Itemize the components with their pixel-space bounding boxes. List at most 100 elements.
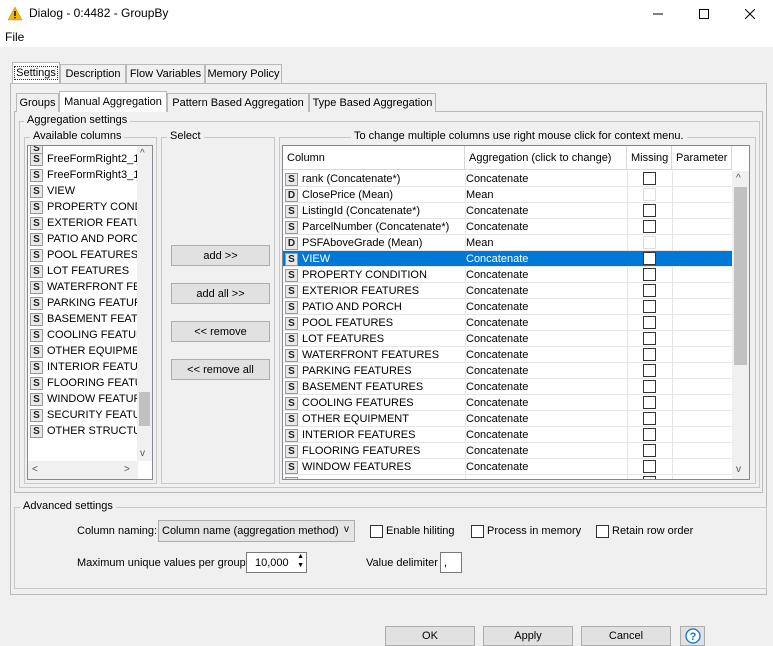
missing-checkbox[interactable] — [643, 460, 656, 473]
maximize-button[interactable] — [681, 0, 727, 28]
remove-button[interactable]: << remove — [171, 321, 270, 342]
cancel-button[interactable]: Cancel — [581, 626, 671, 646]
table-row[interactable]: S ListingId (Concatenate*) Concatenate — [283, 203, 732, 219]
missing-checkbox[interactable] — [643, 204, 656, 217]
missing-checkbox[interactable] — [643, 444, 656, 457]
aggregation-method-cell[interactable]: Concatenate — [466, 283, 626, 299]
aggregation-table[interactable]: Column Aggregation (click to change) Mis… — [282, 145, 750, 480]
missing-checkbox[interactable] — [643, 380, 656, 393]
scroll-thumb[interactable] — [734, 187, 747, 365]
available-column-item[interactable]: S PARKING FEATURES — [28, 295, 138, 311]
table-row[interactable]: D PSFAboveGrade (Mean) Mean — [283, 235, 732, 251]
missing-checkbox[interactable] — [643, 396, 656, 409]
available-column-item[interactable]: S SECURITY FEATURES — [28, 407, 138, 423]
available-column-item[interactable]: S PATIO AND PORCH — [28, 231, 138, 247]
scroll-down-icon[interactable]: v — [736, 464, 741, 475]
aggregation-method-cell[interactable]: Concatenate — [466, 411, 626, 427]
table-row[interactable]: S PARKING FEATURES Concatenate — [283, 363, 732, 379]
aggregation-method-cell[interactable]: Concatenate — [466, 219, 626, 235]
table-row[interactable]: S OTHER EQUIPMENT Concatenate — [283, 411, 732, 427]
table-row[interactable]: S POOL FEATURES Concatenate — [283, 315, 732, 331]
table-row[interactable]: Srank (Concatenate*) Concatenate — [283, 171, 732, 187]
aggregation-table-vscroll[interactable]: ^ v — [732, 171, 749, 479]
table-row[interactable]: S FLOORING FEATURES Concatenate — [283, 443, 732, 459]
aggregation-method-cell[interactable]: Concatenate — [466, 331, 626, 347]
table-row[interactable]: D ClosePrice (Mean) Mean — [283, 187, 732, 203]
process-in-memory-checkbox[interactable] — [471, 525, 484, 538]
aggregation-method-cell[interactable]: Concatenate — [466, 315, 626, 331]
aggregation-method-cell[interactable]: Concatenate — [466, 363, 626, 379]
tab-pattern-based-aggregation[interactable]: Pattern Based Aggregation — [167, 93, 309, 112]
available-column-item[interactable]: S WINDOW FEATURES — [28, 391, 138, 407]
close-button[interactable] — [727, 0, 773, 28]
table-row[interactable]: S LOT FEATURES Concatenate — [283, 331, 732, 347]
spin-down-icon[interactable]: ▼ — [297, 562, 304, 569]
aggregation-method-cell[interactable]: Concatenate — [466, 267, 626, 283]
column-header-aggregation[interactable]: Aggregation (click to change) — [465, 146, 627, 170]
table-row[interactable]: S BASEMENT FEATURES Concatenate — [283, 379, 732, 395]
tab-type-based-aggregation[interactable]: Type Based Aggregation — [309, 93, 436, 112]
aggregation-method-cell[interactable]: Concatenate — [466, 203, 626, 219]
aggregation-method-cell[interactable]: Concatenate — [466, 395, 626, 411]
scroll-up-icon[interactable]: ^ — [140, 148, 145, 159]
available-column-item[interactable]: S WATERFRONT FEATURES — [28, 279, 138, 295]
missing-checkbox[interactable] — [643, 172, 656, 185]
available-column-item[interactable]: S VIEW — [28, 183, 138, 199]
ok-button[interactable]: OK — [385, 626, 475, 646]
aggregation-method-cell[interactable]: Concatenate — [466, 427, 626, 443]
aggregation-method-cell[interactable]: Concatenate — [466, 171, 626, 187]
table-row[interactable]: S ParcelNumber (Concatenate*) Concatenate — [283, 219, 732, 235]
available-column-item[interactable]: S POOL FEATURES — [28, 247, 138, 263]
table-row[interactable]: S VIEW Concatenate — [283, 251, 732, 267]
scroll-thumb[interactable] — [139, 392, 150, 426]
add-button[interactable]: add >> — [171, 245, 270, 266]
available-columns-hscroll[interactable]: < > — [28, 461, 138, 479]
aggregation-method-cell[interactable]: Mean — [466, 187, 626, 203]
help-button[interactable]: ? — [680, 626, 705, 646]
missing-checkbox[interactable] — [643, 284, 656, 297]
missing-checkbox[interactable] — [643, 252, 656, 265]
available-column-item[interactable]: S OTHER EQUIPMENT — [28, 343, 138, 359]
missing-checkbox[interactable] — [643, 348, 656, 361]
aggregation-method-cell[interactable]: Concatenate — [466, 379, 626, 395]
retain-row-order-checkbox[interactable] — [596, 525, 609, 538]
available-column-item[interactable]: S BASEMENT FEATURES — [28, 311, 138, 327]
missing-checkbox[interactable] — [643, 268, 656, 281]
table-row[interactable]: S PROPERTY CONDITION Concatenate — [283, 267, 732, 283]
value-delimiter-input[interactable]: , — [440, 552, 462, 573]
missing-checkbox[interactable] — [643, 316, 656, 329]
missing-checkbox[interactable] — [643, 220, 656, 233]
available-columns-vscroll[interactable]: ^ v — [137, 146, 152, 461]
minimize-button[interactable] — [635, 0, 681, 28]
table-row[interactable]: S EXTERIOR FEATURES Concatenate — [283, 283, 732, 299]
menu-file[interactable]: File — [5, 30, 24, 44]
column-header-missing[interactable]: Missing — [627, 146, 672, 170]
aggregation-method-cell[interactable]: Mean — [466, 235, 626, 251]
tab-description[interactable]: Description — [60, 64, 126, 83]
scroll-down-icon[interactable]: v — [140, 448, 145, 459]
available-column-item[interactable]: S LOT FEATURES — [28, 263, 138, 279]
table-row[interactable]: S COOLING FEATURES Concatenate — [283, 395, 732, 411]
table-row[interactable]: S WATERFRONT FEATURES Concatenate — [283, 347, 732, 363]
missing-checkbox[interactable] — [643, 332, 656, 345]
scroll-right-icon[interactable]: > — [124, 464, 130, 475]
aggregation-method-cell[interactable]: Concatenate — [466, 459, 626, 475]
apply-button[interactable]: Apply — [483, 626, 573, 646]
aggregation-method-cell[interactable]: Concatenate — [466, 443, 626, 459]
column-naming-select[interactable]: Column name (aggregation method) v — [158, 520, 355, 542]
aggregation-method-cell[interactable]: Concatenate — [466, 251, 626, 267]
spin-up-icon[interactable]: ▲ — [297, 553, 304, 560]
remove-all-button[interactable]: << remove all — [171, 359, 270, 380]
tab-flow-variables[interactable]: Flow Variables — [126, 64, 205, 83]
tab-manual-aggregation[interactable]: Manual Aggregation — [59, 91, 167, 112]
column-header-column[interactable]: Column — [283, 146, 465, 170]
available-columns-list[interactable]: S S FreeFormRight2_1 S FreeFormRight3_1 S VIEW… — [27, 145, 153, 480]
available-column-item[interactable]: S COOLING FEATURES — [28, 327, 138, 343]
available-column-item[interactable]: S FreeFormRight2_1 — [28, 151, 138, 167]
available-column-item[interactable]: S OTHER STRUCTURES — [28, 423, 138, 439]
aggregation-method-cell[interactable]: Concatenate — [466, 347, 626, 363]
available-column-item[interactable]: S PROPERTY CONDITION — [28, 199, 138, 215]
available-column-item[interactable]: S FLOORING FEATURES — [28, 375, 138, 391]
scroll-left-icon[interactable]: < — [32, 464, 38, 475]
table-row[interactable]: S WINDOW FEATURES Concatenate — [283, 459, 732, 475]
